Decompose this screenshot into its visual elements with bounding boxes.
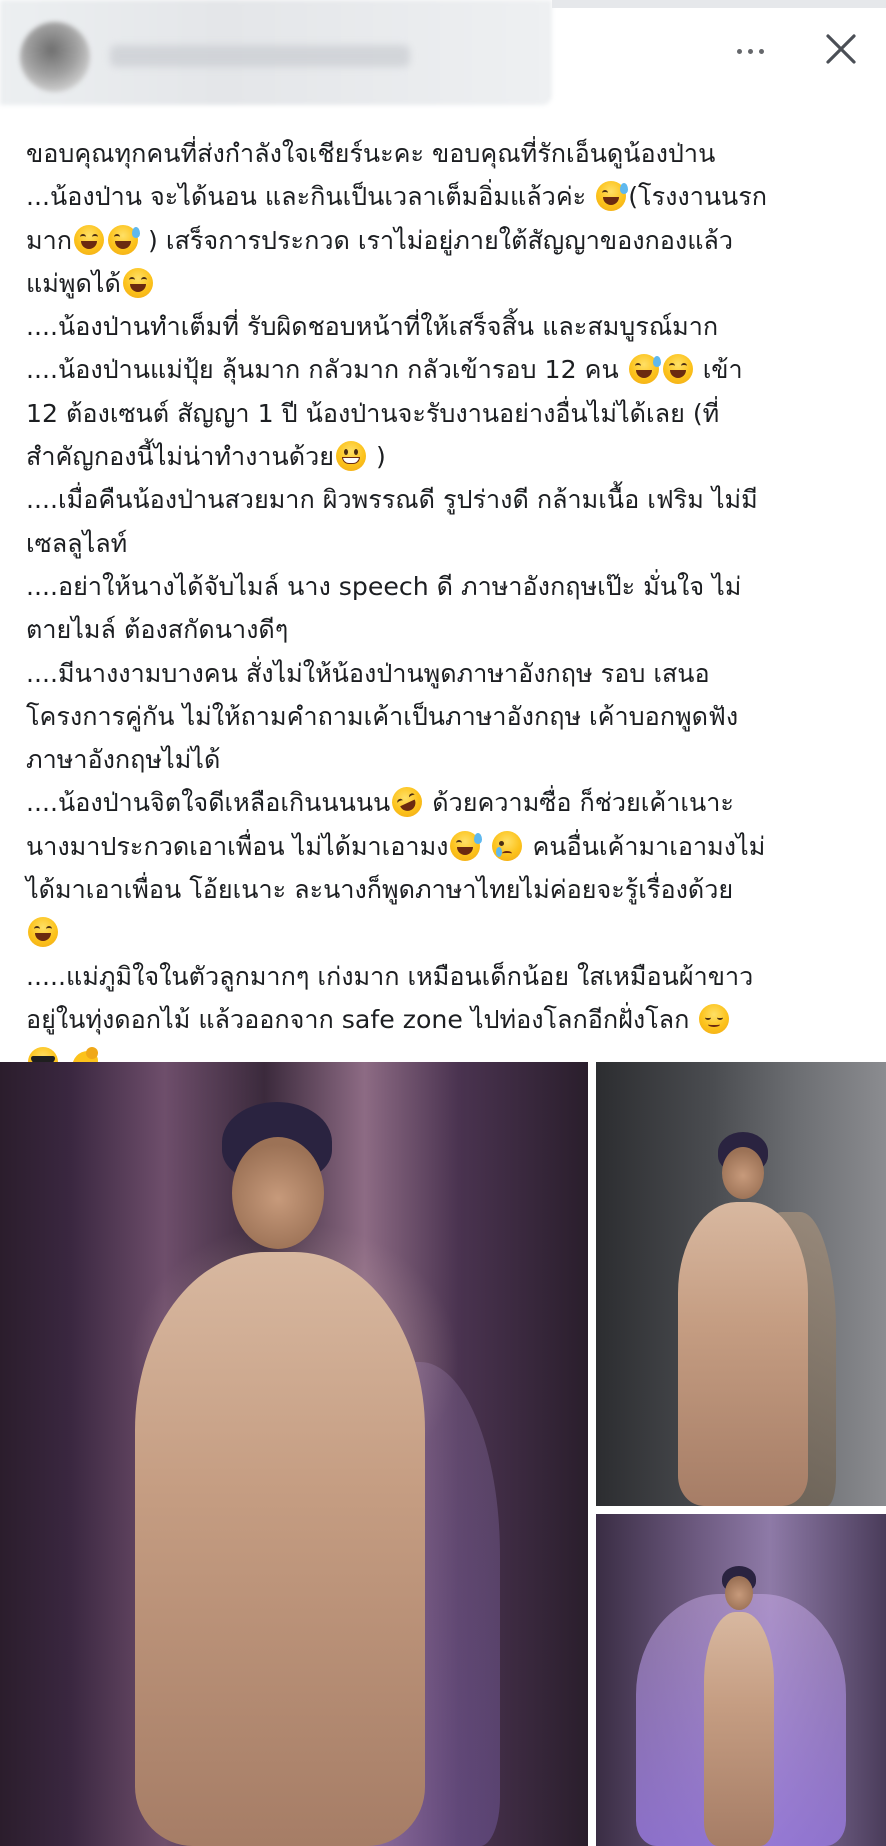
gown-shape [135, 1252, 425, 1846]
post-line: เซลลูไลท์ [26, 522, 871, 565]
grinning-sweat-emoji [628, 354, 661, 385]
close-icon [826, 34, 856, 64]
post-text-segment: เข้า [702, 355, 743, 385]
post-text-segment: ....อย่าให้นางได้จับไมล์ นาง speech ดี ภ… [26, 571, 742, 601]
laughing-emoji [28, 917, 58, 948]
more-horizontal-icon [736, 48, 742, 54]
relieved-emoji [699, 1003, 730, 1034]
post-text-segment: แม่พูดได้ [26, 268, 121, 298]
post-line: ....น้องป่านแม่ปุ้ย ลุ้นมาก กลัวมาก กลัว… [26, 348, 871, 391]
post-text-segment: ....น้องป่านทำเต็มที่ รับผิดชอบหน้าที่ให… [26, 312, 719, 342]
post-text-segment: นางมาประกวดเอาเพื่อน ไม่ได้มาเอามง [26, 831, 449, 861]
gown-shape [678, 1202, 808, 1506]
post-text-segment: 12 ต้องเซนต์ สัญญา 1 ปี น้องป่านจะรับงาน… [26, 398, 720, 428]
post-line: ได้มาเอาเพื่อน โอ้ยเนาะ ละนางก็พูดภาษาไท… [26, 868, 871, 911]
close-button[interactable] [818, 26, 864, 72]
post-line: ภาษาอังกฤษไม่ได้ [26, 738, 871, 781]
post-text-segment: ....มีนางงามบางคน สั่งไม่ให้น้องป่านพูดภ… [26, 658, 710, 688]
rofl-emoji [387, 782, 428, 823]
post-text-segment: ตายไมล์ ต้องสกัดนางดีๆ [26, 615, 289, 645]
laughing-emoji [662, 354, 693, 385]
gown-shape [704, 1612, 774, 1846]
grinning-sweat-emoji [596, 181, 629, 212]
avatar[interactable] [20, 22, 90, 92]
author-name-blurred[interactable] [110, 45, 410, 67]
post-text-segment: (โรงงานนรก [628, 182, 768, 212]
post-text-segment: อยู่ในทุ่งดอกไม้ แล้วออกจาก safe zone ไป… [26, 1004, 690, 1034]
post-line [26, 911, 871, 954]
crying-emoji [492, 830, 523, 861]
post-text-segment: โครงการคู่กัน ไม่ให้ถามคำถามเค้าเป็นภาษา… [26, 701, 739, 731]
post-line: นางมาประกวดเอาเพื่อน ไม่ได้มาเอามง คนอื่… [26, 825, 871, 868]
laughing-emoji [122, 267, 153, 298]
post-text-segment: ....เมื่อคืนน้องป่านสวยมาก ผิวพรรณดี รูป… [26, 485, 758, 515]
post-text-segment: ....น้องป่านแม่ปุ้ย ลุ้นมาก กลัวมาก กลัว… [26, 355, 619, 385]
post-body-text: ขอบคุณทุกคนที่ส่งกำลังใจเชียร์นะคะ ขอบคุ… [26, 132, 871, 1085]
post-line: ....เมื่อคืนน้องป่านสวยมาก ผิวพรรณดี รูป… [26, 478, 871, 521]
grinning-sweat-emoji [108, 224, 140, 255]
post-line: ....น้องป่านทำเต็มที่ รับผิดชอบหน้าที่ให… [26, 305, 871, 348]
post-line: มาก ) เสร็จการประกวด เราไม่อยู่ภายใต้สัญ… [26, 219, 871, 262]
more-options-button[interactable] [728, 34, 772, 68]
post-line: 12 ต้องเซนต์ สัญญา 1 ปี น้องป่านจะรับงาน… [26, 392, 871, 435]
grinning-emoji [336, 441, 367, 472]
photo-grid [0, 1058, 886, 1846]
grinning-sweat-emoji [450, 830, 483, 861]
post-text-segment: ) เสร็จการประกวด เราไม่อยู่ภายใต้สัญญาขอ… [148, 225, 734, 255]
post-text-segment: .....แม่ภูมิใจในตัวลูกมากๆ เก่งมาก เหมือ… [26, 961, 754, 991]
photo-runway[interactable] [596, 1514, 886, 1846]
post-text-segment: ...น้องป่าน จะได้นอน และกินเป็นเวลาเต็มอ… [26, 182, 587, 212]
post-line: ...น้องป่าน จะได้นอน และกินเป็นเวลาเต็มอ… [26, 175, 871, 218]
post-line: อยู่ในทุ่งดอกไม้ แล้วออกจาก safe zone ไป… [26, 998, 871, 1041]
post-line: โครงการคู่กัน ไม่ให้ถามคำถามเค้าเป็นภาษา… [26, 695, 871, 738]
post-text-segment: มาก [26, 225, 72, 255]
face-shape [725, 1576, 753, 1610]
post-line: ....น้องป่านจิตใจดีเหลือเกินนนนน ด้วยควา… [26, 781, 871, 824]
face-shape [232, 1137, 324, 1249]
post-line: ขอบคุณทุกคนที่ส่งกำลังใจเชียร์นะคะ ขอบคุ… [26, 132, 871, 175]
post-text-segment: สำคัญกองนี้ไม่น่าทำงานด้วย [26, 442, 335, 472]
post-line: .....แม่ภูมิใจในตัวลูกมากๆ เก่งมาก เหมือ… [26, 955, 871, 998]
post-text-segment: ) [376, 442, 386, 472]
post-text-segment: ได้มาเอาเพื่อน โอ้ยเนาะ ละนางก็พูดภาษาไท… [26, 875, 734, 905]
photo-backstage[interactable] [596, 1062, 886, 1506]
post-text-segment: เซลลูไลท์ [26, 528, 128, 558]
more-dot [758, 48, 764, 54]
photo-main-contestant[interactable] [0, 1062, 588, 1846]
face-shape [722, 1147, 764, 1199]
post-text-segment: ด้วยความซื่อ ก็ช่วยเค้าเนาะ [432, 788, 734, 818]
post-line: ....อย่าให้นางได้จับไมล์ นาง speech ดี ภ… [26, 565, 871, 608]
post-line: แม่พูดได้ [26, 262, 871, 305]
top-divider [552, 0, 886, 8]
more-dot [747, 48, 753, 54]
post-header [0, 0, 886, 110]
laughing-emoji [74, 224, 104, 255]
post-line: ตายไมล์ ต้องสกัดนางดีๆ [26, 608, 871, 651]
post-text-segment: คนอื่นเค้ามาเอามงไม่ [532, 831, 766, 861]
post-text-segment: ขอบคุณทุกคนที่ส่งกำลังใจเชียร์นะคะ ขอบคุ… [26, 139, 716, 168]
post-text-segment: ภาษาอังกฤษไม่ได้ [26, 745, 221, 775]
post-line: ....มีนางงามบางคน สั่งไม่ให้น้องป่านพูดภ… [26, 652, 871, 695]
post-text-segment: ....น้องป่านจิตใจดีเหลือเกินนนนน [26, 788, 391, 818]
post-line: สำคัญกองนี้ไม่น่าทำงานด้วย ) [26, 435, 871, 478]
